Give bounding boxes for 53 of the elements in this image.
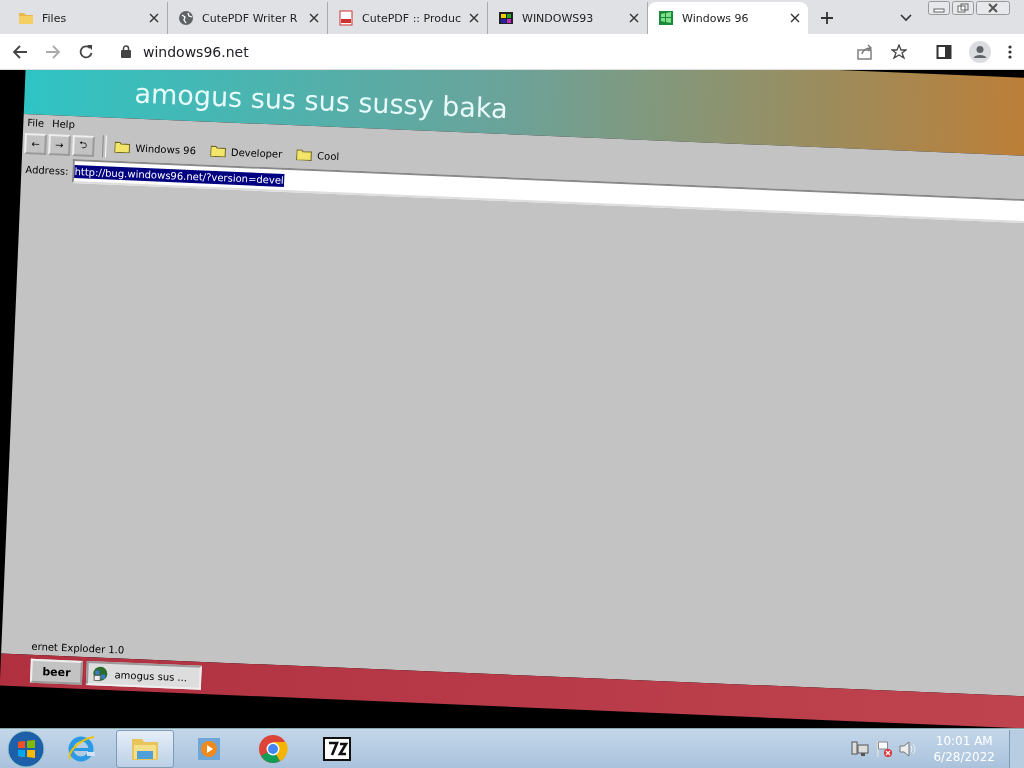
network-icon[interactable] [851, 740, 870, 757]
taskbar-button[interactable]: amogus sus ... [86, 661, 202, 690]
globe-icon [178, 10, 194, 26]
clock-time: 10:01 AM [935, 732, 993, 749]
restore-icon[interactable] [952, 1, 974, 15]
bookmark-link[interactable]: Developer [209, 144, 283, 160]
tab-title: CutePDF Writer R [202, 11, 299, 25]
chevron-down-icon[interactable] [900, 14, 912, 22]
chrome-icon [257, 732, 289, 765]
star-icon[interactable] [891, 43, 907, 60]
tab-title: WINDOWS93 [522, 11, 595, 25]
menu-item[interactable]: Help [51, 118, 76, 131]
close-icon[interactable] [629, 13, 639, 23]
share-icon[interactable] [857, 43, 873, 60]
reload-icon[interactable] [78, 43, 94, 60]
folder-icon [296, 148, 313, 162]
address-label: Address: [25, 163, 69, 177]
menu-item[interactable]: File [27, 117, 45, 129]
speaker-icon[interactable] [899, 740, 918, 757]
lock-icon [121, 45, 131, 58]
menu-icon[interactable] [1008, 43, 1012, 60]
globe-icon [92, 665, 109, 682]
back-icon[interactable] [12, 43, 28, 60]
close-icon[interactable] [976, 1, 1010, 15]
nav-button[interactable]: ⮌ [72, 134, 95, 157]
flag-icon[interactable] [875, 739, 894, 758]
page-title: amogus sus sus sussy baka [134, 77, 509, 125]
start-orb-icon[interactable] [6, 728, 46, 768]
browser-tab[interactable]: Windows 96 [648, 2, 808, 34]
folder-icon [18, 10, 34, 26]
start-button[interactable]: beer [29, 658, 84, 685]
close-icon[interactable] [790, 13, 800, 23]
nav-button[interactable]: ← [24, 132, 47, 155]
window-icon [498, 10, 514, 26]
nav-button[interactable]: → [48, 133, 71, 156]
side-panel-icon[interactable] [936, 43, 952, 60]
document-icon [338, 10, 354, 26]
url-text: windows96.net [143, 43, 249, 60]
window-icon [658, 10, 674, 26]
clock-date: 6/28/2022 [933, 748, 995, 765]
plus-icon[interactable] [820, 11, 834, 25]
profile-icon[interactable] [969, 40, 991, 63]
tab-title: Files [42, 11, 68, 25]
bookmark-link[interactable]: Windows 96 [114, 140, 197, 157]
folder-icon [114, 140, 131, 154]
tab-title: Windows 96 [682, 11, 750, 25]
status-text: ernet Exploder 1.0 [31, 640, 125, 656]
tab-title: CutePDF :: Produc [362, 11, 462, 25]
close-icon[interactable] [469, 13, 480, 23]
close-icon[interactable] [149, 13, 159, 23]
address-field[interactable]: http://bug.windows96.net/?version=devel [72, 159, 1024, 224]
minimize-icon[interactable] [928, 1, 950, 15]
close-icon[interactable] [309, 13, 319, 23]
